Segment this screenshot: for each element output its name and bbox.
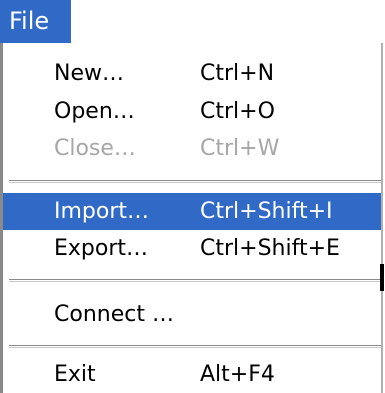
- menu-item-open[interactable]: Open… Ctrl+O: [3, 93, 381, 130]
- menu-item-shortcut: Ctrl+N: [200, 61, 275, 86]
- file-menu-screenshot: File New… Ctrl+N Open… Ctrl+O Close… Ctr…: [0, 0, 385, 393]
- menu-item-label: Exit: [54, 362, 96, 387]
- menu-item-label: Export…: [54, 236, 149, 261]
- menu-item-export[interactable]: Export… Ctrl+Shift+E: [3, 230, 381, 267]
- menu-separator: [9, 180, 381, 183]
- menu-item-new[interactable]: New… Ctrl+N: [3, 55, 381, 92]
- menu-separator: [9, 279, 381, 282]
- file-dropdown-menu: New… Ctrl+N Open… Ctrl+O Close… Ctrl+W I…: [0, 43, 385, 393]
- menu-item-import[interactable]: Import… Ctrl+Shift+I: [3, 193, 381, 230]
- menu-item-shortcut: Ctrl+O: [200, 99, 275, 124]
- menu-item-shortcut: Ctrl+Shift+E: [200, 236, 340, 261]
- menu-item-connect[interactable]: Connect …: [3, 296, 381, 333]
- text-cursor-icon: [380, 264, 384, 291]
- menu-item-label: Open…: [54, 99, 135, 124]
- menu-item-shortcut: Ctrl+Shift+I: [200, 199, 333, 224]
- menu-file[interactable]: File: [0, 0, 71, 43]
- menu-item-exit[interactable]: Exit Alt+F4: [3, 356, 381, 393]
- menu-item-label: Import…: [54, 199, 150, 224]
- menu-right-border: [381, 43, 383, 393]
- menu-item-label: New…: [54, 61, 124, 86]
- menu-item-shortcut: Alt+F4: [200, 362, 275, 387]
- menu-item-label: Close…: [54, 136, 136, 161]
- menu-separator: [9, 345, 381, 348]
- menu-item-shortcut: Ctrl+W: [200, 136, 280, 161]
- menu-item-close: Close… Ctrl+W: [3, 130, 381, 167]
- menu-item-label: Connect …: [54, 302, 174, 327]
